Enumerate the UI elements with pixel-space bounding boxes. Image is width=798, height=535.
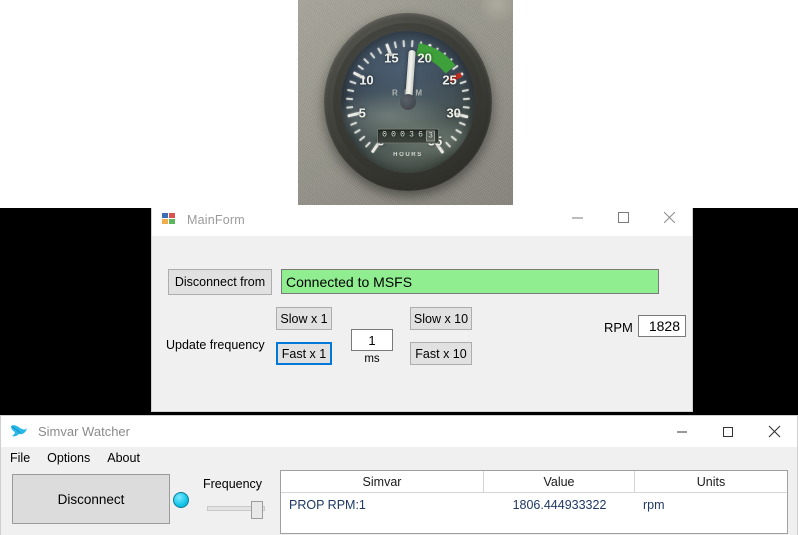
table-header-row: SimvarValueUnits: [281, 471, 787, 493]
app-window-icon: [162, 213, 178, 227]
slow-x1-button[interactable]: Slow x 1: [276, 307, 332, 330]
hour-meter-digit: 3: [408, 131, 415, 142]
bird-icon: [9, 423, 29, 441]
fast-x10-button[interactable]: Fast x 10: [410, 342, 472, 365]
hour-meter-digit: 0: [381, 131, 388, 142]
close-icon[interactable]: [751, 416, 797, 447]
maximize-icon[interactable]: [600, 203, 646, 231]
fast-x1-button[interactable]: Fast x 1: [276, 342, 332, 365]
table-body: PROP RPM:11806.444933322rpm: [281, 493, 787, 517]
ms-unit-label: ms: [359, 353, 385, 365]
close-icon[interactable]: [646, 203, 692, 231]
table-column-header[interactable]: Value: [484, 471, 635, 492]
simvar-watcher-window: Simvar Watcher File Options About Disconne…: [0, 415, 798, 535]
mainform-titlebar[interactable]: MainForm: [152, 208, 692, 237]
photo-background: 05101520253035 R P M x100 000363 HOURS: [0, 0, 798, 208]
disconnect-button[interactable]: Disconnect: [12, 474, 170, 524]
table-column-header[interactable]: Simvar: [281, 471, 484, 492]
hour-meter-digit: 0: [390, 131, 397, 142]
gauge-scale-label: 15: [384, 51, 398, 66]
simvar-body: Disconnect Frequency SimvarValueUnits PR…: [1, 468, 797, 534]
menu-item-file[interactable]: File: [10, 451, 30, 465]
slider-thumb[interactable]: [251, 501, 263, 519]
table-cell: 1806.444933322: [484, 493, 635, 517]
connection-status-led: [173, 492, 189, 508]
tachometer-photo: 05101520253035 R P M x100 000363 HOURS: [298, 0, 513, 205]
rpm-label: RPM: [604, 320, 633, 335]
connection-status-box: Connected to MSFS: [281, 269, 659, 294]
table-row[interactable]: PROP RPM:11806.444933322rpm: [281, 493, 787, 517]
hour-meter-digit: 0: [399, 131, 406, 142]
maximize-icon[interactable]: [705, 416, 751, 447]
gauge-scale-label: 5: [359, 106, 366, 121]
gauge-hours-label: HOURS: [393, 152, 423, 158]
update-frequency-label: Update frequency: [166, 338, 265, 352]
frequency-label: Frequency: [203, 477, 262, 491]
tachometer-gauge: 05101520253035 R P M x100 000363 HOURS: [324, 13, 492, 191]
minimize-icon[interactable]: [554, 203, 600, 231]
gauge-scale-label: 20: [417, 51, 431, 66]
table-cell: PROP RPM:1: [281, 493, 484, 517]
hour-meter-digit: 6: [417, 131, 424, 142]
hour-meter-digit: 3: [426, 131, 435, 142]
gauge-hub: [400, 94, 416, 110]
mainform-title: MainForm: [187, 213, 245, 227]
gauge-scale-label: 10: [359, 73, 373, 88]
table-column-header[interactable]: Units: [635, 471, 787, 492]
slow-x10-button[interactable]: Slow x 10: [410, 307, 472, 330]
gauge-face: 05101520253035 R P M x100 000363 HOURS: [341, 31, 475, 173]
simvar-menubar: File Options About: [1, 447, 797, 468]
simvar-titlebar[interactable]: Simvar Watcher: [1, 416, 797, 447]
disconnect-from-button[interactable]: Disconnect from: [168, 269, 272, 295]
frequency-slider[interactable]: [207, 501, 265, 515]
screen-root: 05101520253035 R P M x100 000363 HOURS M…: [0, 0, 798, 535]
mainform-window: MainForm Disconnect from Connected to MS…: [151, 208, 693, 412]
mainform-body: Disconnect from Connected to MSFS Update…: [152, 237, 692, 413]
mainform-window-controls: [554, 208, 692, 236]
table-cell: rpm: [635, 493, 787, 517]
rpm-value-field[interactable]: 1828: [638, 315, 686, 337]
simvar-window-controls: [659, 416, 797, 447]
menu-item-about[interactable]: About: [107, 451, 140, 465]
gauge-scale-label: 25: [442, 73, 456, 88]
menu-item-options[interactable]: Options: [47, 451, 90, 465]
gauge-hour-meter: 000363: [377, 129, 439, 144]
minimize-icon[interactable]: [659, 416, 705, 447]
gauge-scale-label: 30: [446, 106, 460, 121]
simvar-table: SimvarValueUnits PROP RPM:11806.44493332…: [280, 470, 788, 534]
interval-input[interactable]: 1: [351, 329, 393, 351]
simvar-title: Simvar Watcher: [38, 424, 130, 439]
